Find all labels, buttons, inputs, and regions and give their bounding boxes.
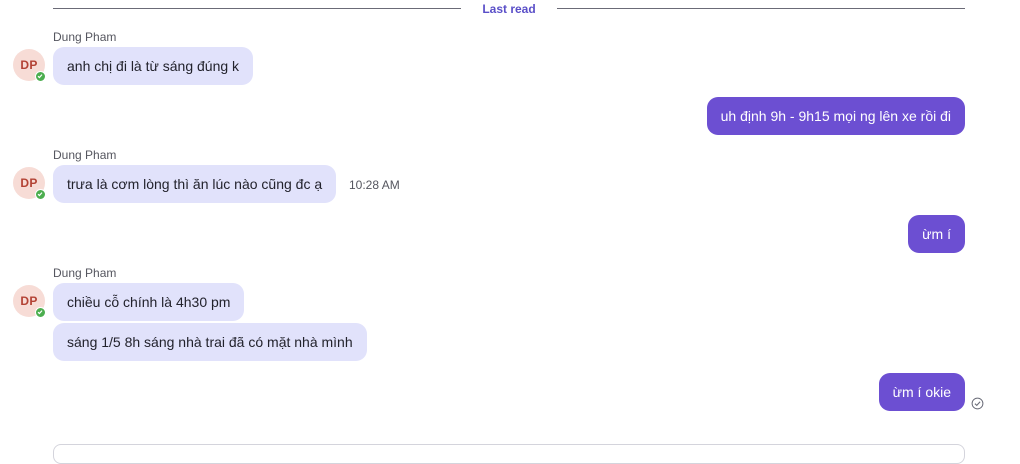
presence-check-icon: [35, 71, 46, 82]
avatar-initials: DP: [20, 58, 38, 72]
sender-name[interactable]: Dung Pham: [53, 30, 116, 44]
divider-line-right: [557, 8, 965, 9]
message-timestamp: 10:28 AM: [349, 178, 400, 192]
avatar[interactable]: DP: [13, 49, 46, 82]
message-composer[interactable]: [53, 444, 965, 464]
last-read-divider: Last read: [0, 0, 1020, 18]
message-bubble-outgoing[interactable]: ừm í okie: [878, 373, 965, 411]
avatar-initials: DP: [20, 176, 38, 190]
sender-name[interactable]: Dung Pham: [53, 266, 116, 280]
last-read-label: Last read: [482, 2, 536, 16]
presence-check-icon: [35, 307, 46, 318]
divider-line-left: [53, 8, 461, 9]
avatar-initials: DP: [20, 294, 38, 308]
avatar[interactable]: DP: [13, 285, 46, 318]
message-bubble-incoming[interactable]: anh chị đi là từ sáng đúng k: [53, 47, 254, 85]
message-bubble-outgoing[interactable]: uh định 9h - 9h15 mọi ng lên xe rồi đi: [706, 97, 965, 135]
avatar[interactable]: DP: [13, 167, 46, 200]
message-bubble-outgoing[interactable]: ừm í: [908, 215, 965, 253]
read-check-icon: [971, 397, 984, 410]
message-bubble-incoming[interactable]: sáng 1/5 8h sáng nhà trai đã có mặt nhà …: [53, 323, 367, 361]
message-bubble-incoming[interactable]: chiều cỗ chính là 4h30 pm: [53, 283, 245, 321]
message-bubble-incoming[interactable]: trưa là cơm lòng thì ăn lúc nào cũng đc …: [53, 165, 337, 203]
presence-check-icon: [35, 189, 46, 200]
sender-name[interactable]: Dung Pham: [53, 148, 116, 162]
